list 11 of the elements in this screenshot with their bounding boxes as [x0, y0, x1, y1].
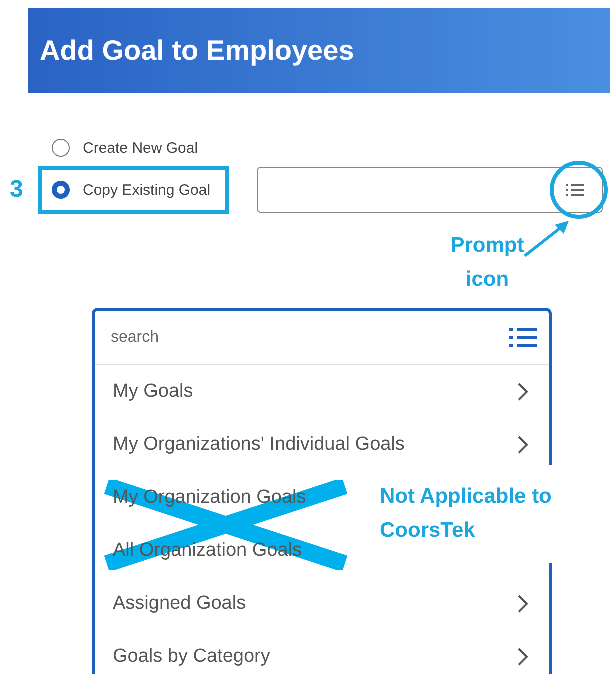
menu-item[interactable]: My Organizations' Individual Goals [95, 418, 549, 471]
menu-item[interactable]: My Goals [95, 365, 549, 418]
page-title: Add Goal to Employees [40, 34, 354, 66]
radio-label: Copy Existing Goal [83, 182, 211, 198]
callout-text: Prompt icon [450, 233, 526, 293]
step-number: 3 [10, 176, 24, 204]
note-text: Not Applicable to CoorsTek [380, 484, 553, 544]
search-field[interactable]: search [111, 328, 160, 346]
menu-item[interactable]: Assigned Goals [95, 577, 549, 630]
menu-item[interactable]: Goals by Category [95, 630, 549, 674]
radio-label: Create New Goal [83, 140, 198, 156]
